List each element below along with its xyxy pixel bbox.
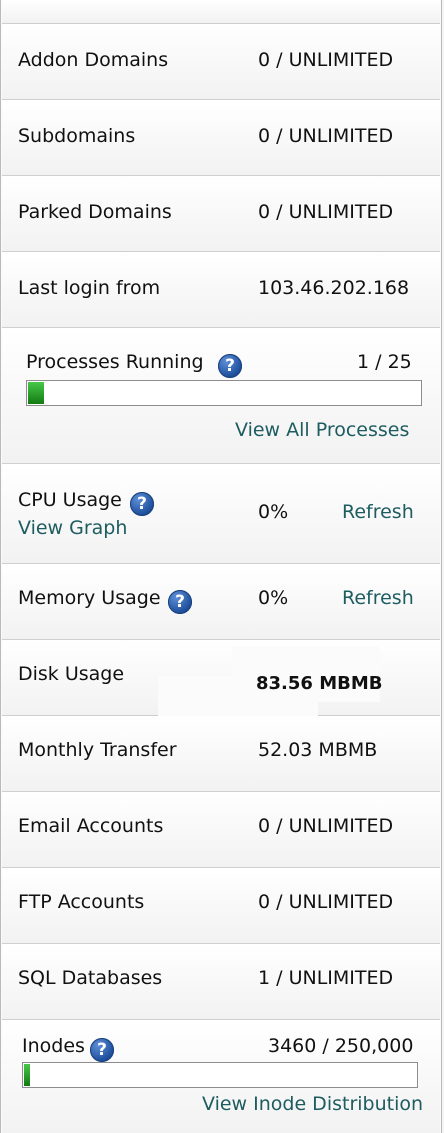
inodes-value: 3460 / 250,000 xyxy=(268,1035,414,1057)
row-memory-usage: Memory Usage ? 0% Refresh xyxy=(2,564,440,640)
processes-running-label: Processes Running xyxy=(26,351,204,373)
parked-domains-label: Parked Domains xyxy=(18,201,172,223)
cpu-help-icon[interactable]: ? xyxy=(130,492,154,516)
addon-domains-label: Addon Domains xyxy=(18,49,169,71)
row-monthly-transfer: Monthly Transfer 52.03 MBMB xyxy=(2,716,440,792)
row-addon-domains: Addon Domains 0 / UNLIMITED xyxy=(2,24,440,100)
view-all-processes-link[interactable]: View All Processes xyxy=(235,418,409,442)
row-email-accounts: Email Accounts 0 / UNLIMITED xyxy=(2,792,440,868)
ftp-accounts-label: FTP Accounts xyxy=(18,891,145,913)
processes-progress-bar xyxy=(26,380,422,406)
email-accounts-label: Email Accounts xyxy=(18,815,164,837)
row-cpu-usage: CPU Usage ? View Graph 0% Refresh xyxy=(2,464,440,564)
row-last-login: Last login from 103.46.202.168 xyxy=(2,252,440,328)
addon-domains-value: 0 / UNLIMITED xyxy=(258,49,394,71)
row-disk-usage: Disk Usage 83.56 MBMB xyxy=(2,640,440,716)
account-stats-panel: Addon Domains 0 / UNLIMITED Subdomains 0… xyxy=(0,0,442,1133)
disk-usage-label: Disk Usage xyxy=(18,663,125,685)
inodes-progress-bar xyxy=(22,1062,418,1088)
subdomains-label: Subdomains xyxy=(18,125,136,147)
cpu-usage-value: 0% xyxy=(258,501,289,523)
view-inode-distribution-link[interactable]: View Inode Distribution xyxy=(202,1092,423,1116)
processes-help-icon[interactable]: ? xyxy=(218,354,242,378)
row-processes-running: Processes Running ? 1 / 25 View All Proc… xyxy=(2,328,440,464)
inodes-help-icon[interactable]: ? xyxy=(90,1038,114,1062)
email-accounts-value: 0 / UNLIMITED xyxy=(258,815,394,837)
top-row xyxy=(2,0,440,24)
sql-databases-label: SQL Databases xyxy=(18,967,163,989)
cpu-usage-label: CPU Usage xyxy=(18,489,122,511)
subdomains-value: 0 / UNLIMITED xyxy=(258,125,394,147)
memory-refresh-link[interactable]: Refresh xyxy=(342,586,414,610)
memory-help-icon[interactable]: ? xyxy=(168,590,192,614)
memory-usage-value: 0% xyxy=(258,587,289,609)
processes-running-value: 1 / 25 xyxy=(357,351,412,373)
parked-domains-value: 0 / UNLIMITED xyxy=(258,201,394,223)
view-graph-link[interactable]: View Graph xyxy=(18,516,127,540)
inodes-label: Inodes xyxy=(22,1035,85,1057)
inodes-progress-fill xyxy=(24,1064,30,1086)
monthly-transfer-value: 52.03 MBMB xyxy=(258,739,378,761)
row-sql-databases: SQL Databases 1 / UNLIMITED xyxy=(2,944,440,1020)
monthly-transfer-label: Monthly Transfer xyxy=(18,739,177,761)
cpu-refresh-link[interactable]: Refresh xyxy=(342,500,414,524)
row-ftp-accounts: FTP Accounts 0 / UNLIMITED xyxy=(2,868,440,944)
last-login-value: 103.46.202.168 xyxy=(258,277,410,299)
processes-progress-fill xyxy=(28,382,44,404)
row-subdomains: Subdomains 0 / UNLIMITED xyxy=(2,100,440,176)
last-login-label: Last login from xyxy=(18,277,161,299)
memory-usage-label: Memory Usage xyxy=(18,587,161,609)
row-parked-domains: Parked Domains 0 / UNLIMITED xyxy=(2,176,440,252)
row-inodes: Inodes ? 3460 / 250,000 View Inode Distr… xyxy=(2,1020,440,1133)
sql-databases-value: 1 / UNLIMITED xyxy=(258,967,394,989)
ftp-accounts-value: 0 / UNLIMITED xyxy=(258,891,394,913)
disk-usage-value: 83.56 MBMB xyxy=(256,673,383,694)
